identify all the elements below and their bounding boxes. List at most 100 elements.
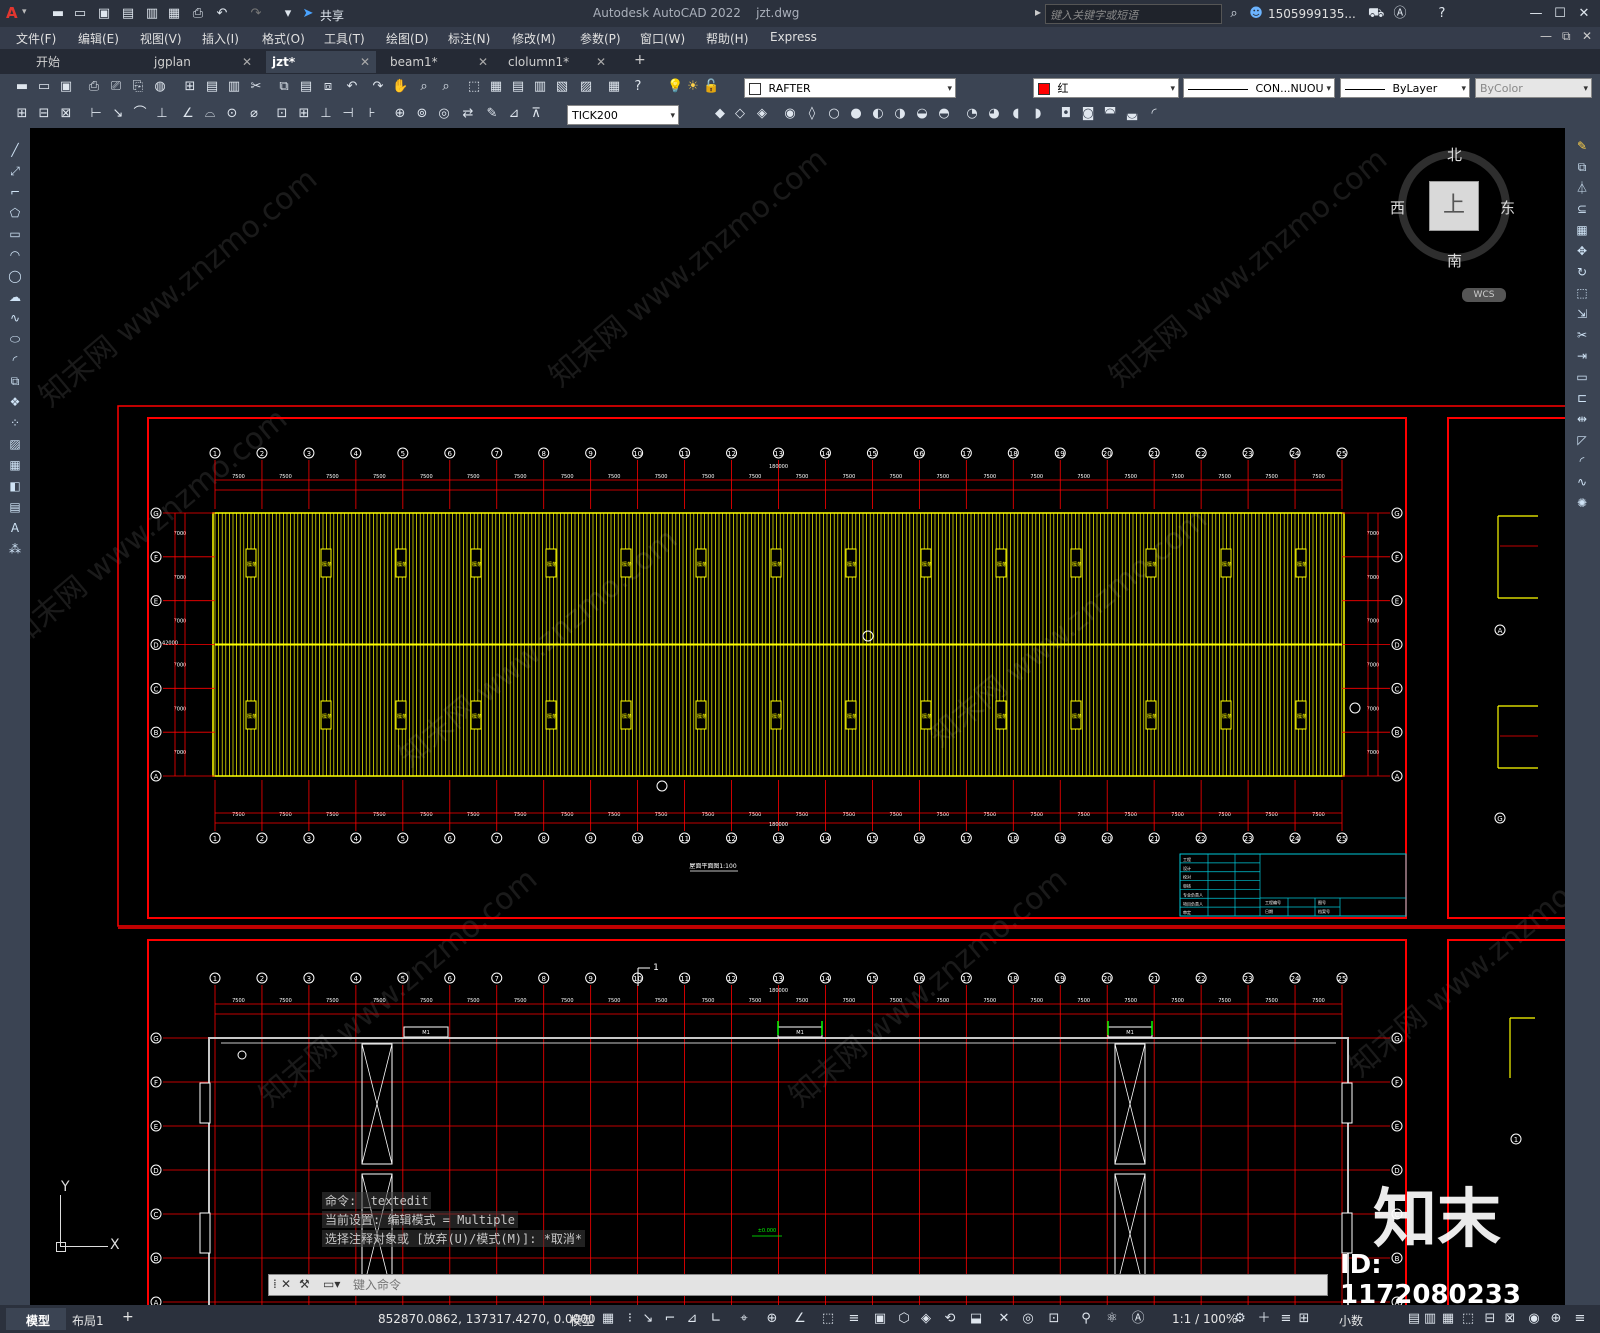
layer-dropdown[interactable]: RAFTER ▾ xyxy=(744,78,956,98)
trim-icon[interactable]: ✂ xyxy=(1574,327,1590,343)
polygon-icon[interactable]: ⬠ xyxy=(7,205,23,221)
interfere-icon[interactable]: ◓ xyxy=(936,106,952,122)
compass-north[interactable]: 北 xyxy=(1447,144,1462,165)
menu-modify[interactable]: 修改(M) xyxy=(512,30,556,47)
coordinates-readout[interactable]: 852870.0862, 137317.4270, 0.0000 xyxy=(378,1312,596,1326)
menu-tools[interactable]: 工具(T) xyxy=(324,30,365,47)
menu-format[interactable]: 格式(O) xyxy=(262,30,305,47)
menu-parametric[interactable]: 参数(P) xyxy=(580,30,621,47)
3d-rotate-icon[interactable]: ◜ xyxy=(1146,106,1162,122)
dim-radius-icon[interactable]: ↘ xyxy=(110,106,126,122)
annotation-scale-icon[interactable]: ⊡ xyxy=(1046,1311,1062,1327)
dynamic-input-icon[interactable]: ⊠ xyxy=(1502,1311,1518,1327)
erase-icon[interactable]: ✎ xyxy=(1574,138,1590,154)
save-icon[interactable]: ▣ xyxy=(96,6,112,22)
close-command-icon[interactable]: ✕ xyxy=(281,1277,291,1291)
explode-icon[interactable]: ✺ xyxy=(1574,495,1590,511)
dim-angular-icon[interactable]: ∠ xyxy=(180,106,196,122)
scale-icon[interactable]: ⬚ xyxy=(1574,285,1590,301)
undo-icon[interactable]: ↶ xyxy=(214,6,230,22)
share-label[interactable]: 共享 xyxy=(320,7,344,24)
dim-update-icon[interactable]: ⇄ xyxy=(460,106,476,122)
new-tab-icon[interactable]: + xyxy=(634,52,646,68)
dim-text-edit-icon[interactable]: ◎ xyxy=(436,106,452,122)
viewcube[interactable]: 上 北 南 东 西 xyxy=(1390,146,1516,270)
fillet-icon[interactable]: ◜ xyxy=(1574,453,1590,469)
properties-icon[interactable]: ⌕ xyxy=(438,79,454,95)
dyn-ucs-icon[interactable]: ◈ xyxy=(918,1311,934,1327)
viewcube-top-face[interactable]: 上 xyxy=(1429,181,1479,231)
dim-continue-icon[interactable]: ⌀ xyxy=(246,106,262,122)
infer-icon[interactable]: ↘ xyxy=(640,1311,656,1327)
arc-icon[interactable]: ◠ xyxy=(7,247,23,263)
doc-minimize-icon[interactable]: — xyxy=(1540,29,1552,43)
publish-icon[interactable]: ⎘ xyxy=(130,79,146,95)
break-icon[interactable]: ▭ xyxy=(1574,369,1590,385)
copy-icon[interactable]: ⧉ xyxy=(1574,159,1590,175)
menu-edit[interactable]: 编辑(E) xyxy=(78,30,119,47)
markup-icon[interactable]: ▥ xyxy=(532,79,548,95)
new-icon[interactable]: ▬ xyxy=(50,6,66,22)
isodraft-icon[interactable]: ≡ xyxy=(1572,1311,1588,1327)
zoom-realtime-icon[interactable]: ↷ xyxy=(370,79,386,95)
zoom-previous-icon[interactable]: ⌕ xyxy=(416,79,432,95)
dim-linear-icon[interactable]: ⊞ xyxy=(14,106,30,122)
ortho-icon[interactable]: ◉ xyxy=(1526,1311,1542,1327)
table-icon[interactable]: ▤ xyxy=(7,499,23,515)
open-icon[interactable]: ▭ xyxy=(36,79,52,95)
solid-icon[interactable]: ◆ xyxy=(712,106,728,122)
lock-ui-icon[interactable]: ＋ xyxy=(1256,1311,1272,1327)
offset-icon[interactable]: ⊆ xyxy=(1574,201,1590,217)
spline-icon[interactable]: ∿ xyxy=(7,310,23,326)
dim-edit-icon[interactable]: ⊚ xyxy=(414,106,430,122)
snap-toggle-icon[interactable]: ⁝ xyxy=(622,1311,638,1327)
gizmo-icon[interactable]: ⬓ xyxy=(968,1311,984,1327)
annotation-visibility-icon[interactable]: ✕ xyxy=(996,1311,1012,1327)
linetype-dropdown[interactable]: CON...NUOU ▾ xyxy=(1183,78,1335,98)
workspace-icon[interactable]: ⚲ xyxy=(1078,1311,1094,1327)
plot-preview-icon[interactable]: ⎚ xyxy=(108,79,124,95)
dim-ordinate-icon[interactable]: ⊢ xyxy=(88,106,104,122)
chamfer-icon[interactable]: ◸ xyxy=(1574,432,1590,448)
user-name[interactable]: 1505999135... xyxy=(1268,7,1356,21)
blend-icon[interactable]: ∿ xyxy=(1574,474,1590,490)
layer-on-icon[interactable]: 💡 xyxy=(667,79,683,95)
undo-icon[interactable]: ▤ xyxy=(298,79,314,95)
transparency-icon[interactable]: ≡ xyxy=(846,1311,862,1327)
3d-move-icon[interactable]: ◛ xyxy=(1124,106,1140,122)
polar-icon[interactable]: ⊕ xyxy=(1548,1311,1564,1327)
annotation-scale[interactable]: 1:1 / 100% xyxy=(1172,1312,1237,1326)
annotation-monitor-icon[interactable]: ⚛ xyxy=(1104,1311,1120,1327)
save-icon[interactable]: ▣ xyxy=(58,79,74,95)
quick-dim-icon[interactable]: ⌓ xyxy=(202,106,218,122)
convert-icon[interactable]: ◚ xyxy=(1102,106,1118,122)
sheet-set-icon[interactable]: ▤ xyxy=(510,79,526,95)
tab-start[interactable]: 开始 xyxy=(30,51,140,73)
dim-aligned-icon[interactable]: ⊟ xyxy=(36,106,52,122)
save-as-icon[interactable]: ▤ xyxy=(120,6,136,22)
break-at-point-icon[interactable]: ⊏ xyxy=(1574,390,1590,406)
ellipse-arc-icon[interactable]: ◜ xyxy=(7,352,23,368)
region-icon[interactable]: ◧ xyxy=(7,478,23,494)
menu-help[interactable]: 帮助(H) xyxy=(706,30,748,47)
dim-style-icon[interactable]: ✎ xyxy=(484,106,500,122)
design-center-icon[interactable]: ⬚ xyxy=(466,79,482,95)
dim-jogged-icon[interactable]: ⌒ xyxy=(132,106,148,122)
drawing-canvas[interactable]: 知末网 www.znzmo.com 知末网 www.znzmo.com 知末网 … xyxy=(30,128,1565,1305)
dim-linear-icon[interactable]: ⊿ xyxy=(506,106,522,122)
dim-space-icon[interactable]: ⊡ xyxy=(274,106,290,122)
autodesk-a360-icon[interactable]: Ⓐ xyxy=(1392,6,1408,22)
rectangle-icon[interactable]: ▭ xyxy=(7,226,23,242)
grid-toggle-icon[interactable]: ▦ xyxy=(1440,1311,1456,1327)
user-icon[interactable]: ☻ xyxy=(1248,6,1264,22)
model-space-toggle[interactable]: 模型 xyxy=(570,1312,594,1329)
revcloud-icon[interactable]: ☁ xyxy=(7,289,23,305)
intersect-icon[interactable]: ◐ xyxy=(870,106,886,122)
match-properties-icon[interactable]: ✂ xyxy=(248,79,264,95)
tab-jzt[interactable]: jzt* ✕ xyxy=(266,51,376,73)
grip-icon[interactable]: ⁞ xyxy=(273,1277,277,1291)
command-input[interactable] xyxy=(351,1276,1315,1294)
mtext-icon[interactable]: A xyxy=(7,520,23,536)
revolve-icon[interactable]: ◈ xyxy=(754,106,770,122)
menu-window[interactable]: 窗口(W) xyxy=(640,30,685,47)
